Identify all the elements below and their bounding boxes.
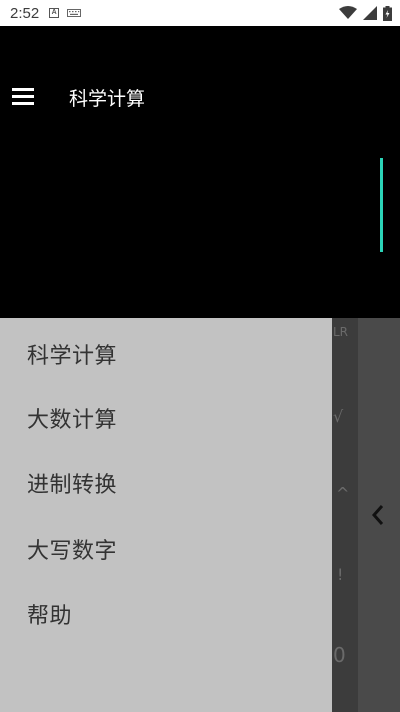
drawer-item-base-conversion[interactable]: 进制转换 xyxy=(27,467,117,499)
navigation-drawer: 科学计算 大数计算 进制转换 大写数字 帮助 xyxy=(0,318,332,712)
key-sqrt: √ xyxy=(333,407,344,426)
drawer-item-uppercase-number[interactable]: 大写数字 xyxy=(27,533,117,565)
status-time: 2:52 xyxy=(10,4,40,22)
key-power: ^ xyxy=(336,484,350,503)
chevron-left-icon[interactable] xyxy=(369,502,387,528)
battery-icon xyxy=(383,5,392,21)
status-right xyxy=(339,5,392,21)
drawer-item-bignumber[interactable]: 大数计算 xyxy=(27,402,117,434)
wifi-icon xyxy=(339,6,357,19)
key-zero: 0 xyxy=(333,643,346,667)
drawer-item-help[interactable]: 帮助 xyxy=(27,598,72,630)
drawer-item-scientific[interactable]: 科学计算 xyxy=(27,338,117,370)
status-bar: 2:52 A xyxy=(0,0,400,26)
signal-icon xyxy=(363,6,377,20)
input-cursor xyxy=(380,158,383,252)
key-lr: LR xyxy=(333,325,349,339)
page-title: 科学计算 xyxy=(69,88,146,110)
hamburger-menu-icon[interactable] xyxy=(12,88,36,106)
app-header: 科学计算 xyxy=(0,26,400,318)
keyboard-icon xyxy=(67,9,82,17)
key-factorial: ! xyxy=(337,565,344,584)
notification-a-icon: A xyxy=(49,8,60,18)
